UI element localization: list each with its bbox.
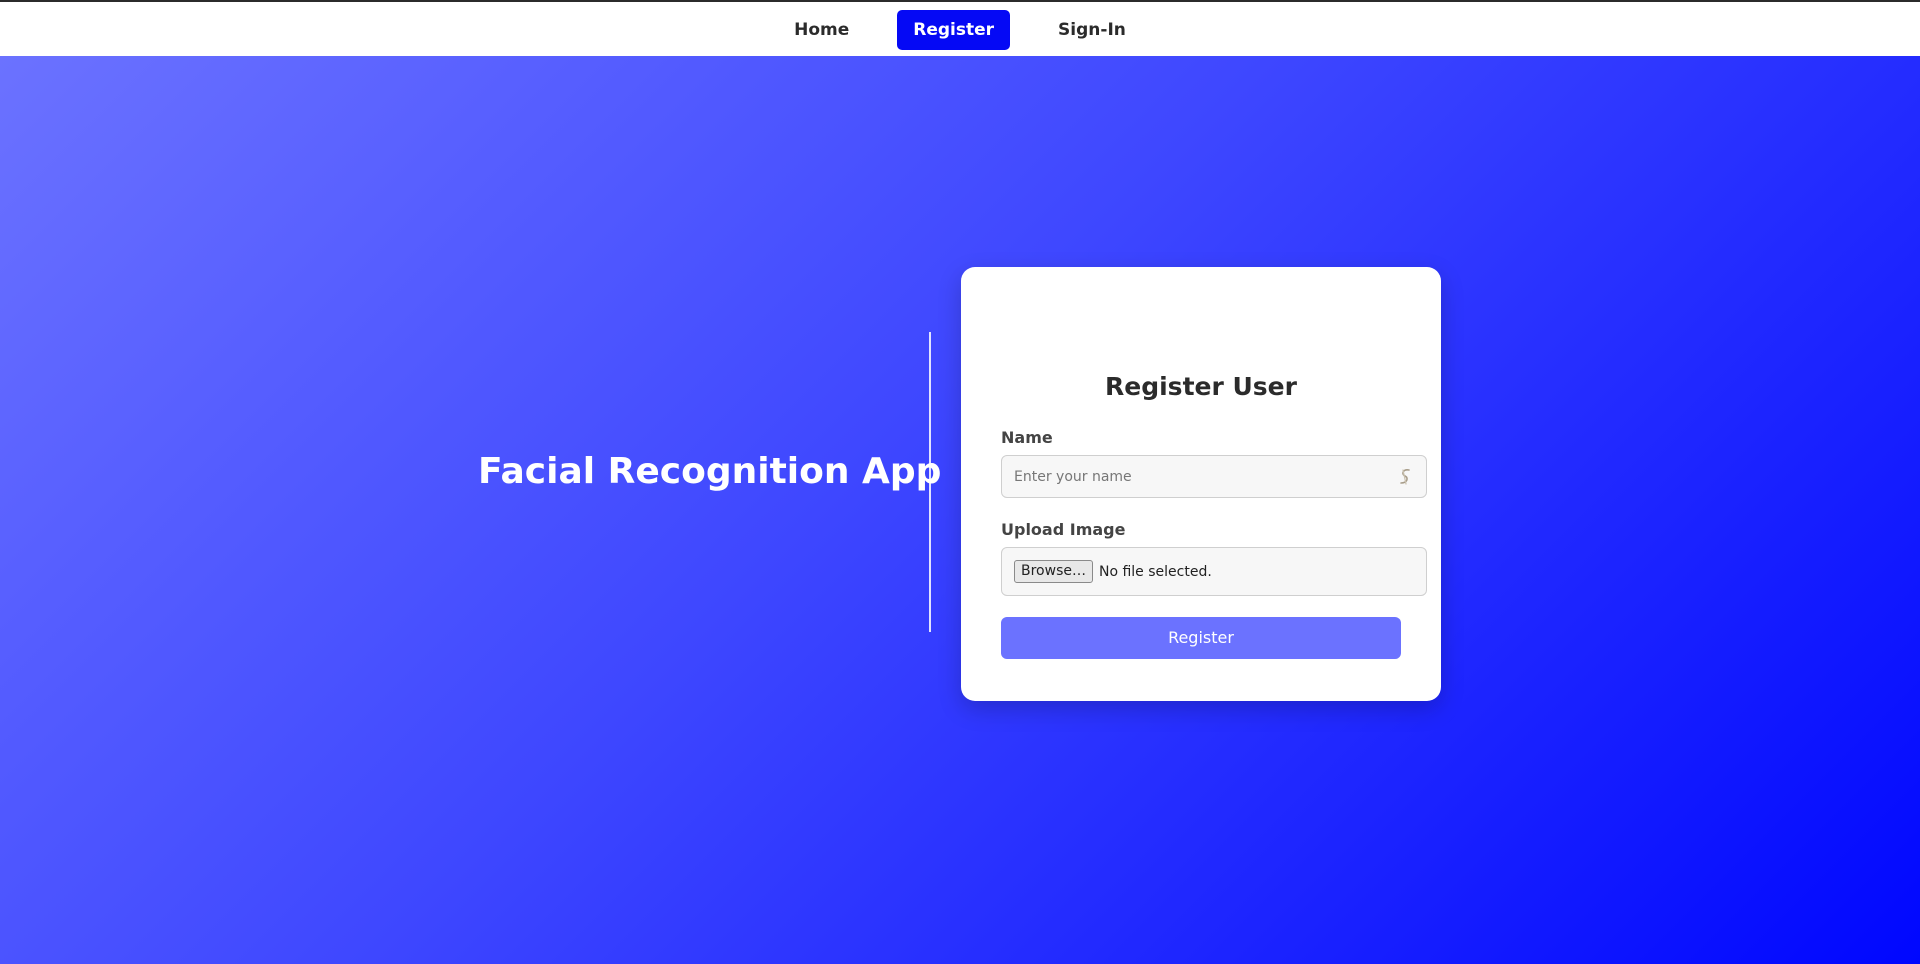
name-input[interactable] xyxy=(1002,456,1426,497)
nav-sign-in-link[interactable]: Sign-In xyxy=(1042,10,1142,50)
password-manager-icon[interactable] xyxy=(1394,466,1416,488)
upload-image-label: Upload Image xyxy=(1001,520,1126,539)
hero-section: Facial Recognition App Register User Nam… xyxy=(0,56,1920,964)
form-title: Register User xyxy=(1105,372,1297,401)
browse-button[interactable]: Browse… xyxy=(1014,560,1093,583)
vertical-divider xyxy=(929,332,931,632)
register-card: Register User Name Upload Image Browse… … xyxy=(961,267,1441,701)
app-title: Facial Recognition App xyxy=(478,451,942,492)
name-field-wrapper xyxy=(1001,455,1427,498)
register-submit-button[interactable]: Register xyxy=(1001,617,1401,659)
name-label: Name xyxy=(1001,428,1053,447)
top-navbar: Home Register Sign-In xyxy=(0,0,1920,56)
file-status-text: No file selected. xyxy=(1098,563,1212,580)
file-input: Browse… No file selected. xyxy=(1001,547,1427,596)
nav-register-link[interactable]: Register xyxy=(897,10,1011,50)
nav-home-link[interactable]: Home xyxy=(778,10,865,50)
nav-menu: Home Register Sign-In xyxy=(0,10,1920,50)
